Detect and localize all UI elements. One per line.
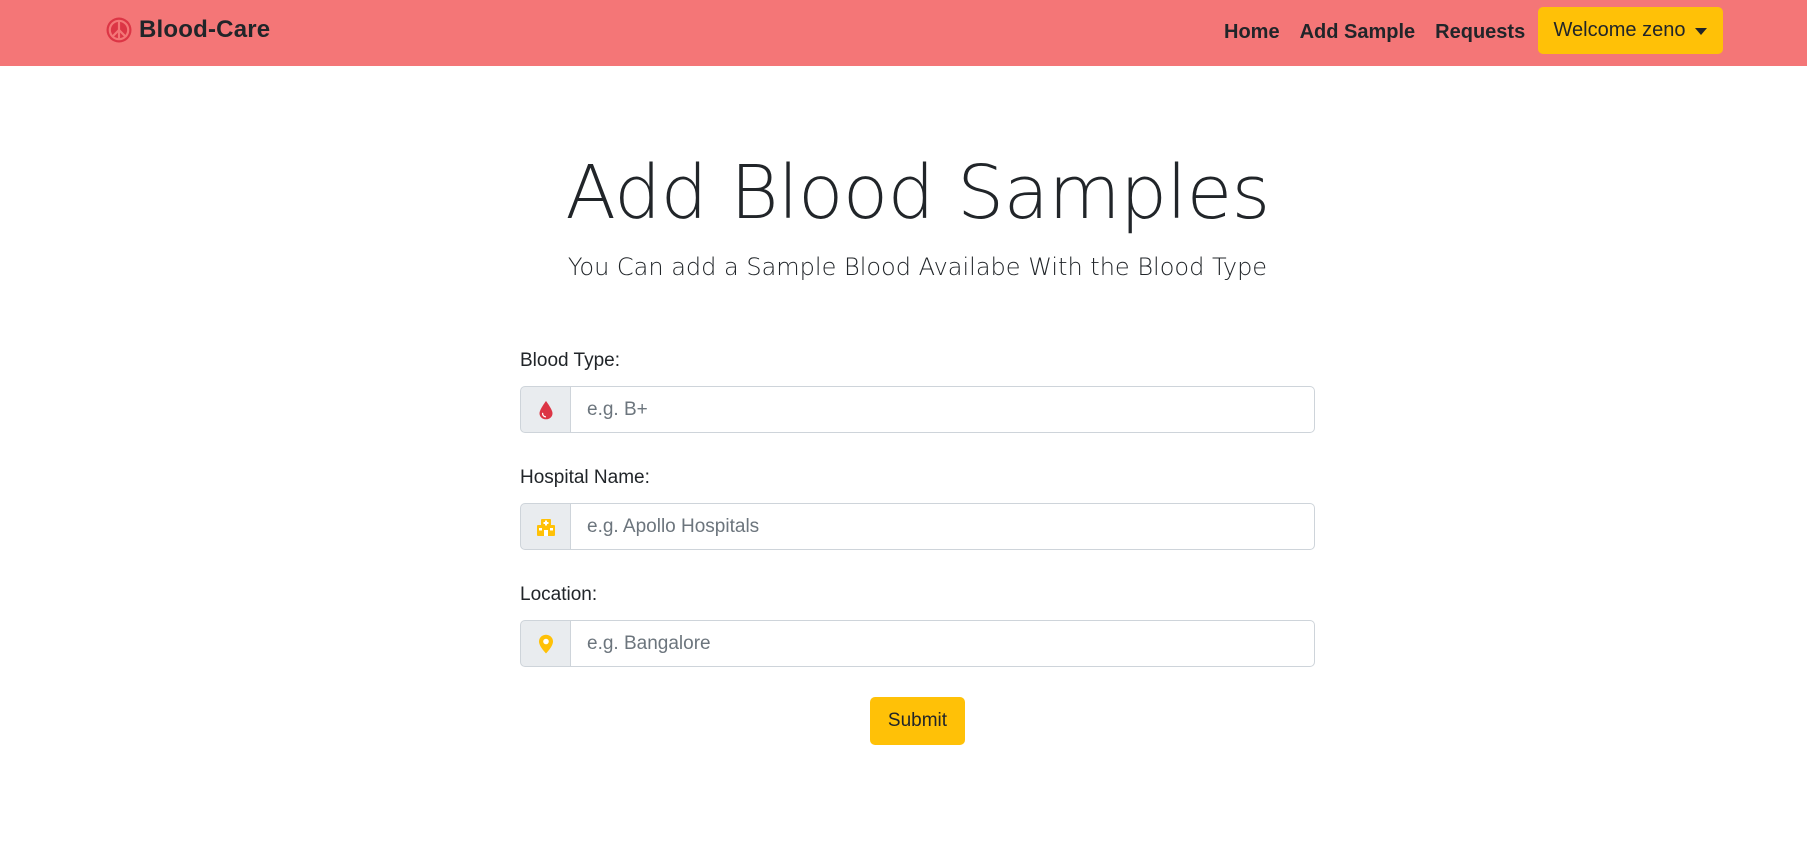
caret-down-icon [1695, 28, 1708, 35]
blood-type-label: Blood Type: [520, 350, 621, 371]
location-label: Location: [520, 584, 598, 605]
nav-links: Home Add Sample Requests [1224, 20, 1525, 44]
brand-link[interactable]: Blood-Care [106, 16, 270, 44]
hospital-name-addon [520, 503, 571, 550]
user-menu-label: Welcome zeno [1553, 19, 1686, 41]
location-input[interactable] [571, 620, 1315, 667]
add-sample-form: Blood Type: Hospital Name: [520, 348, 1315, 699]
location-addon [520, 620, 571, 667]
submit-button[interactable]: Submit [870, 697, 965, 745]
hospital-name-field: Hospital Name: [520, 465, 1315, 550]
navbar: Blood-Care Home Add Sample Requests Welc… [0, 0, 1807, 66]
page-title: Add Blood Samples [565, 150, 1270, 236]
location-pin-icon [538, 634, 553, 653]
user-menu-button[interactable]: Welcome zeno [1538, 7, 1723, 54]
blood-drop-icon [539, 400, 552, 419]
page-subtitle: You Can add a Sample Blood Availabe With… [567, 253, 1268, 281]
blood-type-field: Blood Type: [520, 348, 1315, 433]
hospital-name-label: Hospital Name: [520, 467, 650, 488]
blood-type-input-group [520, 386, 1315, 433]
nav-link-requests[interactable]: Requests [1435, 20, 1525, 44]
location-field: Location: [520, 582, 1315, 667]
brand-name: Blood-Care [139, 16, 271, 43]
blood-type-addon [520, 386, 571, 433]
location-input-group [520, 620, 1315, 667]
nav-link-add-sample[interactable]: Add Sample [1300, 20, 1416, 44]
hospital-name-input[interactable] [571, 503, 1315, 550]
hospital-name-input-group [520, 503, 1315, 550]
blood-type-input[interactable] [571, 386, 1315, 433]
nav-link-home[interactable]: Home [1224, 20, 1280, 44]
peace-icon [106, 17, 132, 43]
hospital-icon [536, 518, 555, 536]
